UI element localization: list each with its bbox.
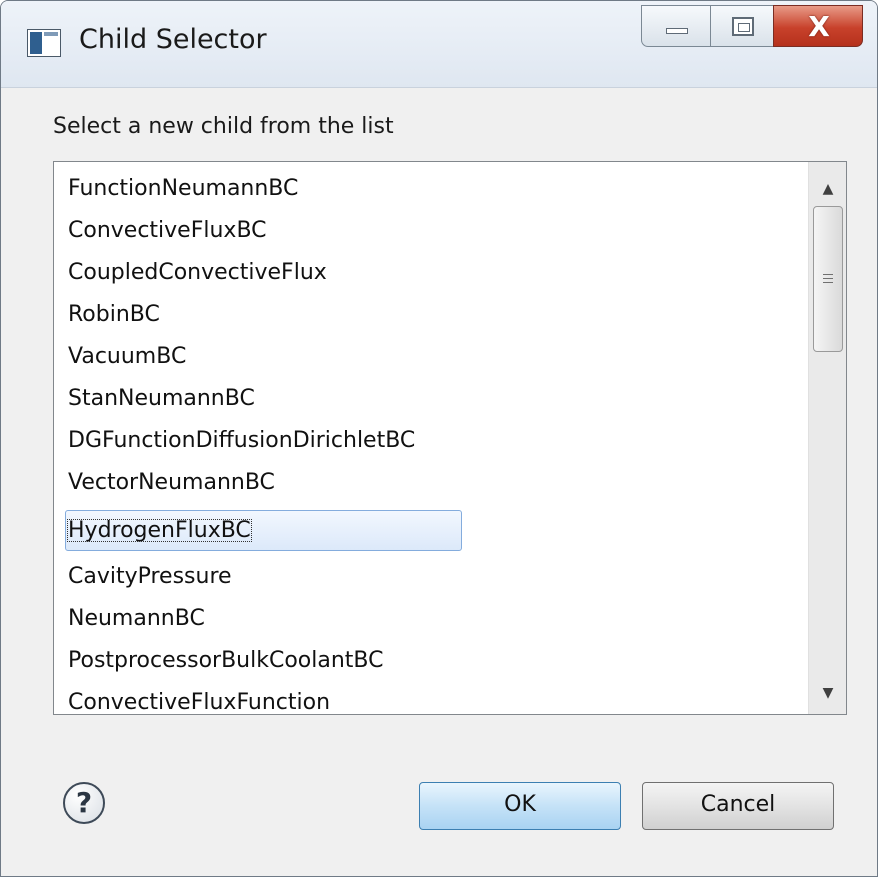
child-list[interactable]: FunctionNeumannBC ConvectiveFluxBC Coupl…	[53, 161, 847, 715]
scroll-down-icon[interactable]: ▼	[809, 674, 846, 712]
list-item[interactable]: NeumannBC	[68, 600, 205, 638]
list-item[interactable]: DGFunctionDiffusionDirichletBC	[68, 422, 415, 460]
minimize-icon	[666, 28, 688, 34]
list-item[interactable]: ConvectiveFluxFunction	[68, 684, 330, 714]
scroll-thumb[interactable]	[813, 206, 843, 352]
list-item-selected[interactable]: HydrogenFluxBC	[66, 512, 253, 550]
child-selector-dialog: Child Selector X Select a new child from…	[0, 0, 878, 877]
close-button[interactable]: X	[773, 5, 863, 47]
list-item[interactable]: PostprocessorBulkCoolantBC	[68, 642, 383, 680]
list-item[interactable]: ConvectiveFluxBC	[68, 212, 267, 250]
list-item[interactable]: CavityPressure	[68, 558, 232, 596]
window-app-icon	[27, 29, 61, 57]
grip-line	[823, 274, 833, 275]
list-item[interactable]: StanNeumannBC	[68, 380, 255, 418]
minimize-button[interactable]	[641, 5, 711, 47]
list-item[interactable]: RobinBC	[68, 296, 160, 334]
grip-line	[823, 278, 833, 279]
maximize-icon	[732, 17, 754, 36]
list-item[interactable]: CoupledConvectiveFlux	[68, 254, 327, 292]
list-item[interactable]: VectorNeumannBC	[68, 464, 275, 502]
cancel-button[interactable]: Cancel	[642, 782, 834, 830]
ok-button[interactable]: OK	[419, 782, 621, 830]
list-item[interactable]: VacuumBC	[68, 338, 186, 376]
list-item[interactable]: FunctionNeumannBC	[68, 170, 298, 208]
instruction-label: Select a new child from the list	[53, 114, 394, 139]
selected-item-label: HydrogenFluxBC	[66, 518, 252, 543]
vertical-scrollbar[interactable]: ▲ ▼	[808, 162, 846, 714]
close-icon: X	[808, 10, 830, 43]
maximize-button[interactable]	[710, 5, 774, 47]
help-icon[interactable]: ?	[63, 782, 105, 824]
grip-line	[823, 282, 833, 283]
title-bar[interactable]: Child Selector X	[1, 1, 877, 88]
caption-buttons: X	[641, 5, 863, 49]
scroll-up-icon[interactable]: ▲	[809, 170, 846, 208]
window-title: Child Selector	[79, 24, 267, 55]
